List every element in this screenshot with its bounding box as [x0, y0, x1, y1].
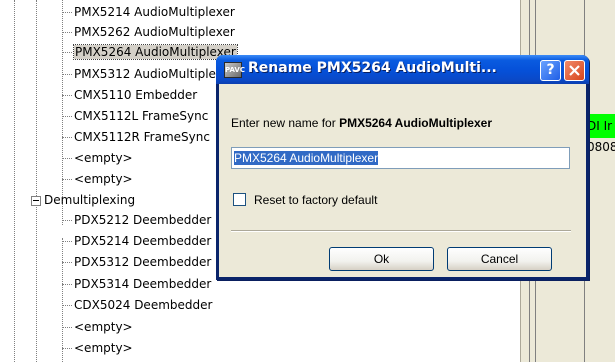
prompt-prefix: Enter new name for: [231, 116, 340, 130]
tree-item-label: PMX5312 AudioMultiplexer: [74, 67, 235, 81]
tree-item-label: PMX5214 AudioMultiplexer: [74, 5, 235, 19]
tree-item-selected[interactable]: PMX5264 AudioMultiplexer: [62, 43, 238, 61]
tree-item-label: <empty>: [74, 172, 133, 186]
new-name-input[interactable]: PMX5264 AudioMultiplexer: [231, 147, 570, 169]
tree-group-demultiplexing[interactable]: Demultiplexing: [31, 191, 135, 209]
status-cell: DI Ir: [585, 114, 615, 138]
details-value: 0808: [587, 140, 615, 154]
tree-item-label: PMX5264 AudioMultiplexer: [73, 44, 238, 60]
tree-guide-line: [14, 0, 15, 362]
reset-option[interactable]: Reset to factory default: [233, 192, 377, 208]
tree-item[interactable]: CMX5112R FrameSync: [62, 128, 210, 146]
tree-item[interactable]: <empty>: [62, 318, 133, 336]
tree-item[interactable]: <empty>: [62, 170, 133, 188]
tree-item-label: PDX5314 Deembedder: [74, 277, 212, 291]
new-name-value: PMX5264 AudioMultiplexer: [234, 151, 379, 165]
dialog-body: Enter new name for PMX5264 AudioMultiple…: [219, 84, 586, 277]
tree-item-label: <empty>: [74, 341, 133, 355]
tree-item[interactable]: PDX5314 Deembedder: [62, 275, 211, 293]
tree-item-label: PDX5214 Deembedder: [74, 234, 212, 248]
tree-item-label: CMX5110 Embedder: [74, 88, 198, 102]
tree-item[interactable]: <empty>: [62, 339, 133, 357]
tree-item-label: <empty>: [74, 151, 133, 165]
reset-label[interactable]: Reset to factory default: [254, 193, 377, 207]
help-icon: ?: [546, 62, 555, 78]
prompt-target-name: PMX5264 AudioMultiplexer: [339, 116, 492, 130]
tree-item-label: CDX5024 Deembedder: [74, 298, 213, 312]
tree-item[interactable]: PMX5262 AudioMultiplexer: [62, 23, 235, 41]
tree-item[interactable]: PDX5214 Deembedder: [62, 232, 211, 250]
rename-prompt: Enter new name for PMX5264 AudioMultiple…: [231, 116, 492, 130]
dialog-title: Rename PMX5264 AudioMulti...: [248, 60, 497, 76]
ok-button[interactable]: Ok: [329, 247, 434, 271]
tree-item[interactable]: CDX5024 Deembedder: [62, 296, 212, 314]
collapse-icon[interactable]: [31, 195, 41, 206]
app-icon: PAVC: [224, 62, 245, 78]
tree-item[interactable]: CMX5110 Embedder: [62, 86, 197, 104]
rename-dialog: PAVC Rename PMX5264 AudioMulti... ? Ente…: [216, 55, 589, 280]
tree-item[interactable]: PMX5214 AudioMultiplexer: [62, 3, 235, 21]
tree-item[interactable]: <empty>: [62, 149, 133, 167]
tree-item[interactable]: PDX5312 Deembedder: [62, 253, 211, 271]
reset-checkbox[interactable]: [233, 193, 246, 207]
tree-group-label: Demultiplexing: [44, 193, 136, 207]
tree-item-label: PMX5262 AudioMultiplexer: [74, 25, 235, 39]
help-button[interactable]: ?: [540, 60, 561, 81]
tree-item-label: <empty>: [74, 320, 133, 334]
tree-item-label: PDX5212 Deembedder: [74, 213, 212, 227]
dialog-title-bar[interactable]: PAVC Rename PMX5264 AudioMulti... ?: [216, 55, 589, 84]
tree-item[interactable]: PDX5212 Deembedder: [62, 211, 211, 229]
close-button[interactable]: [564, 60, 585, 81]
tree-item[interactable]: PMX5312 AudioMultiplexer: [62, 65, 235, 83]
close-icon: [569, 65, 580, 76]
tree-item-label: PDX5312 Deembedder: [74, 255, 212, 269]
tree-item-label: CMX5112R FrameSync: [74, 130, 210, 144]
dialog-separator: [231, 230, 571, 232]
tree-item[interactable]: CMX5112L FrameSync: [62, 107, 208, 125]
cancel-button[interactable]: Cancel: [447, 247, 552, 271]
tree-guide-line: [36, 0, 37, 362]
tree-item-label: CMX5112L FrameSync: [74, 109, 209, 123]
